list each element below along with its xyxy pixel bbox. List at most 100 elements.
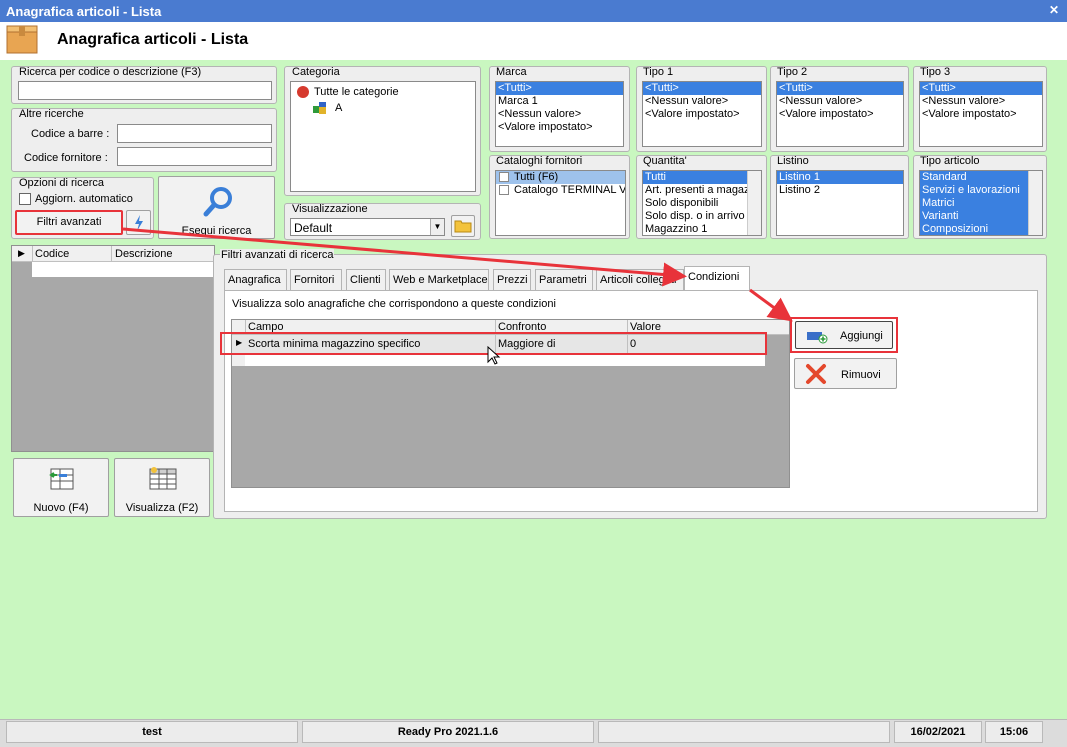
type2-label: Tipo 2 (777, 66, 808, 78)
view-select-value: Default (294, 221, 333, 235)
type1-item[interactable]: <Tutti> (643, 82, 761, 95)
brand-item[interactable]: <Tutti> (496, 82, 623, 95)
type3-item[interactable]: <Nessun valore> (920, 95, 1042, 108)
brand-item[interactable]: Marca 1 (496, 95, 623, 108)
supplier-catalogs-group: Cataloghi fornitori Tutti (F6) Catalogo … (489, 155, 630, 239)
status-date: 16/02/2021 (894, 721, 982, 743)
price-list-item[interactable]: Listino 1 (777, 171, 903, 184)
brand-list[interactable]: <Tutti> Marca 1 <Nessun valore> <Valore … (495, 81, 624, 147)
col-code[interactable]: Codice (35, 248, 69, 260)
add-icon (807, 332, 828, 344)
add-button[interactable]: Aggiungi (795, 321, 893, 349)
strawberry-icon (297, 86, 309, 98)
conditions-tab-panel: Visualizza solo anagrafiche che corrispo… (220, 290, 1038, 512)
catalog-item-label: Catalogo TERMINAL VID (514, 184, 625, 196)
type2-item[interactable]: <Valore impostato> (777, 108, 903, 121)
barcode-input[interactable] (117, 124, 272, 143)
table-row[interactable] (32, 262, 214, 277)
type1-label: Tipo 1 (643, 66, 674, 78)
brand-item[interactable]: <Nessun valore> (496, 108, 623, 121)
brand-item[interactable]: <Valore impostato> (496, 121, 623, 134)
auto-update-label: Aggiorn. automatico (35, 193, 133, 205)
quantity-item[interactable]: Solo disp. o in arrivo (643, 210, 747, 223)
category-label: Categoria (292, 66, 340, 78)
close-icon (806, 364, 826, 384)
quantity-item[interactable]: Magazzino 1 (643, 223, 747, 235)
tab-anagrafica[interactable]: Anagrafica (224, 269, 287, 291)
brand-group: Marca <Tutti> Marca 1 <Nessun valore> <V… (489, 66, 630, 152)
catalog-item[interactable]: Catalogo TERMINAL VID (496, 184, 625, 197)
tab-fornitori[interactable]: Fornitori (290, 269, 342, 291)
quantity-item[interactable]: Art. presenti a magaz (643, 184, 747, 197)
type3-list[interactable]: <Tutti> <Nessun valore> <Valore impostat… (919, 81, 1043, 147)
advanced-filters-title: Filtri avanzati di ricerca (220, 249, 335, 261)
articles-grid-header: ▶ Codice Descrizione (12, 246, 214, 262)
type3-item[interactable]: <Tutti> (920, 82, 1042, 95)
view-button[interactable]: Visualizza (F2) (114, 458, 210, 517)
chevron-down-icon[interactable]: ▼ (430, 219, 444, 235)
quantity-list[interactable]: Tutti Art. presenti a magaz Solo disponi… (642, 170, 762, 236)
catalog-item-label: Tutti (F6) (514, 171, 559, 183)
type3-item[interactable]: <Valore impostato> (920, 108, 1042, 121)
type1-item[interactable]: <Nessun valore> (643, 95, 761, 108)
new-button[interactable]: Nuovo (F4) (13, 458, 109, 517)
window-title: Anagrafica articoli - Lista (6, 4, 162, 19)
tab-articoli-collegati[interactable]: Articoli collegati (596, 269, 684, 291)
quantity-scrollbar[interactable] (747, 171, 761, 235)
lightning-button[interactable] (126, 210, 151, 235)
status-empty (598, 721, 890, 743)
tab-prezzi[interactable]: Prezzi (493, 269, 531, 291)
quantity-item[interactable]: Tutti (643, 171, 747, 184)
supplier-catalogs-list[interactable]: Tutti (F6) Catalogo TERMINAL VID (495, 170, 626, 236)
article-type-scrollbar[interactable] (1028, 171, 1042, 235)
articles-grid[interactable]: ▶ Codice Descrizione (11, 245, 215, 452)
price-list-item[interactable]: Listino 2 (777, 184, 903, 197)
folder-button[interactable] (451, 215, 475, 237)
tab-condizioni[interactable]: Condizioni (684, 266, 750, 290)
other-search-label: Altre ricerche (19, 108, 84, 120)
tab-web-marketplace[interactable]: Web e Marketplace (389, 269, 489, 291)
lightning-icon (134, 215, 143, 231)
article-type-item[interactable]: Servizi e lavorazioni (920, 184, 1028, 197)
type2-list[interactable]: <Tutti> <Nessun valore> <Valore impostat… (776, 81, 904, 147)
category-item-all[interactable]: Tutte le categorie (314, 86, 399, 98)
catalog-checkbox[interactable] (499, 185, 509, 195)
tab-clienti[interactable]: Clienti (346, 269, 386, 291)
advanced-filters-button[interactable]: Filtri avanzati (15, 210, 123, 235)
tab-parametri[interactable]: Parametri (535, 269, 593, 291)
execute-search-button[interactable]: Esegui ricerca (158, 176, 275, 239)
window-titlebar: Anagrafica articoli - Lista (0, 0, 1067, 22)
category-item-a[interactable]: A (335, 102, 342, 114)
supplier-code-input[interactable] (117, 147, 272, 166)
article-type-item[interactable]: Varianti (920, 210, 1028, 223)
type2-item[interactable]: <Nessun valore> (777, 95, 903, 108)
catalog-checkbox[interactable] (499, 172, 509, 182)
quantity-item[interactable]: Solo disponibili (643, 197, 747, 210)
folder-icon (454, 220, 472, 233)
quantity-group: Quantita' Tutti Art. presenti a magaz So… (636, 155, 767, 239)
category-tree[interactable]: Tutte le categorie A (290, 81, 476, 192)
type2-item[interactable]: <Tutti> (777, 82, 903, 95)
type1-item[interactable]: <Valore impostato> (643, 108, 761, 121)
status-user: test (6, 721, 298, 743)
remove-button[interactable]: Rimuovi (794, 358, 897, 389)
search-input[interactable] (18, 81, 272, 100)
close-icon[interactable]: ✕ (1047, 3, 1061, 17)
package-icon (6, 25, 38, 54)
article-type-item[interactable]: Standard (920, 171, 1028, 184)
price-list-list[interactable]: Listino 1 Listino 2 (776, 170, 904, 236)
article-type-item[interactable]: Matrici (920, 197, 1028, 210)
article-type-group: Tipo articolo Standard Servizi e lavoraz… (913, 155, 1047, 239)
quantity-label: Quantita' (643, 155, 687, 167)
catalog-item[interactable]: Tutti (F6) (496, 171, 625, 184)
search-label: Ricerca per codice o descrizione (F3) (19, 66, 202, 78)
col-description[interactable]: Descrizione (115, 248, 172, 260)
new-record-icon (49, 468, 74, 490)
view-select[interactable]: Default ▼ (290, 218, 445, 236)
remove-button-label: Rimuovi (841, 369, 881, 381)
article-type-list[interactable]: Standard Servizi e lavorazioni Matrici V… (919, 170, 1043, 236)
type1-list[interactable]: <Tutti> <Nessun valore> <Valore impostat… (642, 81, 762, 147)
auto-update-checkbox[interactable] (19, 193, 31, 205)
supplier-catalogs-label: Cataloghi fornitori (496, 155, 583, 167)
article-type-item[interactable]: Composizioni (920, 223, 1028, 235)
